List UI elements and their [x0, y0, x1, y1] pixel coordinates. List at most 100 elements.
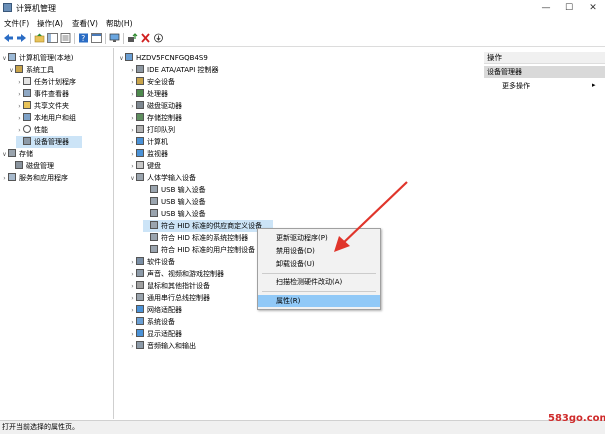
vertical-scrollbar[interactable] [477, 48, 483, 419]
tree-item-local-users[interactable]: › 本地用户和组 [16, 112, 76, 124]
shared-folder-icon [23, 101, 31, 109]
hid-device-icon [150, 221, 158, 229]
tree-item-device-manager[interactable]: 设备管理器 [16, 136, 82, 148]
show-tree-icon[interactable] [47, 33, 58, 43]
tree-item-system-tools[interactable]: ∨ 系统工具 [8, 64, 54, 76]
device-category[interactable]: › 打印队列 [129, 124, 175, 136]
device-category[interactable]: › IDE ATA/ATAPI 控制器 [129, 64, 219, 76]
hid-device-icon [150, 233, 158, 241]
minimize-button[interactable]: — [535, 0, 557, 16]
actions-section-device-manager[interactable]: 设备管理器 [484, 66, 605, 78]
computer-icon [136, 137, 144, 145]
device-category-hid[interactable]: ∨ 人体学输入设备 [129, 172, 196, 184]
tree-item-label: 任务计划程序 [34, 78, 76, 86]
menu-properties[interactable]: 属性(R) [258, 295, 380, 307]
tree-item-shared-folders[interactable]: › 共享文件夹 [16, 100, 69, 112]
device-category[interactable]: › 安全设备 [129, 76, 175, 88]
device-item[interactable]: USB 输入设备 [143, 184, 206, 196]
status-bar: 打开当前选择的属性页。 [0, 420, 605, 434]
device-item[interactable]: 符合 HID 标准的用户控制设备 [143, 244, 255, 256]
toolbar-separator [74, 33, 75, 44]
tree-item-task-scheduler[interactable]: › 任务计划程序 [16, 76, 76, 88]
device-category[interactable]: › 通用串行总线控制器 [129, 292, 210, 304]
tree-item-label: 性能 [34, 126, 48, 134]
expand-arrow: › [3, 175, 6, 182]
audio-icon [136, 341, 144, 349]
device-item[interactable]: USB 输入设备 [143, 196, 206, 208]
device-category[interactable]: › 显示适配器 [129, 328, 182, 340]
device-category[interactable]: › 磁盘驱动器 [129, 100, 182, 112]
back-icon[interactable] [3, 33, 14, 43]
tree-item-services-apps[interactable]: › 服务和应用程序 [1, 172, 68, 184]
uninstall-icon[interactable] [140, 33, 151, 43]
device-category[interactable]: › 计算机 [129, 136, 168, 148]
tree-item-label: 系统工具 [26, 66, 54, 74]
device-label: USB 输入设备 [161, 210, 206, 218]
svg-text:?: ? [81, 34, 85, 43]
menu-help[interactable]: 帮助(H) [106, 18, 133, 29]
device-category[interactable]: › 网络适配器 [129, 304, 182, 316]
forward-icon[interactable] [16, 33, 27, 43]
device-category[interactable]: › 键盘 [129, 160, 161, 172]
services-icon [8, 173, 16, 181]
toolbar-separator [105, 33, 106, 44]
monitor-icon [136, 149, 144, 157]
menu-view[interactable]: 查看(V) [72, 18, 98, 29]
device-label: 软件设备 [147, 258, 175, 266]
device-category[interactable]: › 声音、视频和游戏控制器 [129, 268, 224, 280]
menu-scan-hardware[interactable]: 扫描检测硬件改动(A) [258, 276, 380, 288]
device-category[interactable]: › 存储控制器 [129, 112, 182, 124]
device-label: 显示适配器 [147, 330, 182, 338]
device-label: 符合 HID 标准的用户控制设备 [161, 246, 256, 254]
expand-arrow: ∨ [9, 67, 14, 74]
tree-item-label: 存储 [19, 150, 33, 158]
monitor-icon[interactable] [109, 33, 120, 43]
device-label: 处理器 [147, 90, 168, 98]
properties-icon[interactable] [60, 33, 71, 43]
device-root[interactable]: ∨ HZDV5FCNFGQB4S9 [118, 52, 208, 64]
close-button[interactable]: ✕ [582, 0, 604, 16]
device-category[interactable]: › 鼠标和其他指针设备 [129, 280, 210, 292]
mouse-icon [136, 281, 144, 289]
disable-icon[interactable] [153, 33, 164, 43]
tree-item-disk-management[interactable]: 磁盘管理 [8, 160, 54, 172]
device-category[interactable]: › 系统设备 [129, 316, 175, 328]
disk-icon [15, 161, 23, 169]
device-category[interactable]: › 音频输入和输出 [129, 340, 196, 352]
toolbar-separator [123, 33, 124, 44]
maximize-button[interactable]: ☐ [558, 0, 580, 16]
storage-controller-icon [136, 113, 144, 121]
device-item-selected[interactable]: 符合 HID 标准的供应商定义设备 [143, 220, 273, 232]
up-folder-icon[interactable] [34, 33, 45, 43]
print-queue-icon [136, 125, 144, 133]
tree-item-event-viewer[interactable]: › 事件查看器 [16, 88, 69, 100]
tree-item-computer-management[interactable]: ∨ 计算机管理(本地) [1, 52, 73, 64]
help-icon[interactable]: ? [78, 33, 89, 43]
usb-controller-icon [136, 293, 144, 301]
computer-management-icon [3, 3, 12, 12]
device-label: 系统设备 [147, 318, 175, 326]
device-category[interactable]: › 处理器 [129, 88, 168, 100]
device-item[interactable]: 符合 HID 标准的系统控制器 [143, 232, 248, 244]
annotation-arrow-icon [334, 181, 408, 252]
performance-icon [23, 125, 31, 133]
device-category[interactable]: › 软件设备 [129, 256, 175, 268]
view-icon[interactable] [91, 33, 102, 43]
usb-input-icon [150, 197, 158, 205]
device-item[interactable]: USB 输入设备 [143, 208, 206, 220]
toolbar: ? [0, 30, 605, 47]
menu-action[interactable]: 操作(A) [37, 18, 63, 29]
system-device-icon [136, 317, 144, 325]
tree-item-label: 计算机管理(本地) [19, 54, 74, 62]
storage-icon [8, 149, 16, 157]
tree-item-storage[interactable]: ∨ 存储 [1, 148, 33, 160]
device-label: 监视器 [147, 150, 168, 158]
more-actions-link[interactable]: 更多操作 [502, 81, 530, 91]
update-driver-icon[interactable] [127, 33, 138, 43]
tree-item-performance[interactable]: › 性能 [16, 124, 48, 136]
tree-item-label: 设备管理器 [34, 138, 69, 146]
display-adapter-icon [136, 329, 144, 337]
device-category[interactable]: › 监视器 [129, 148, 168, 160]
menu-file[interactable]: 文件(F) [4, 18, 29, 29]
actions-header: 操作 [484, 52, 605, 64]
